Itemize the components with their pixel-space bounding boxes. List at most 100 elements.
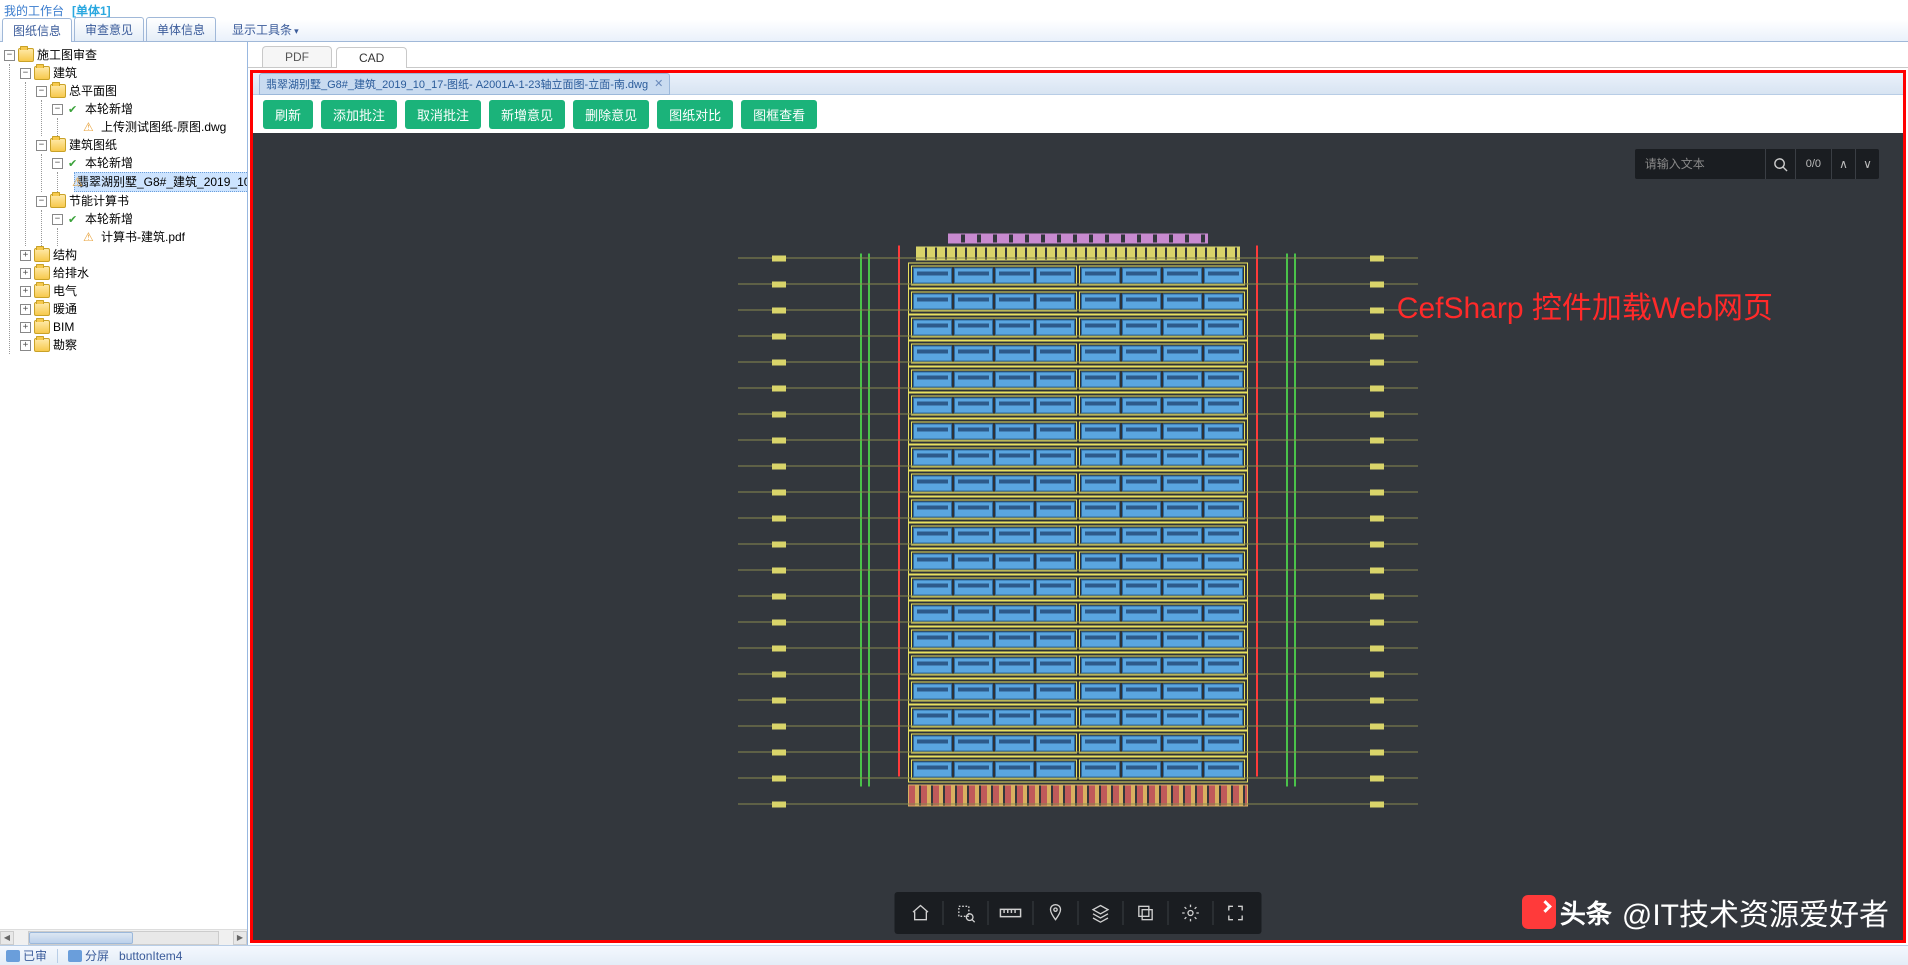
tab-pdf[interactable]: PDF (262, 46, 332, 67)
expander-icon[interactable]: − (36, 140, 47, 151)
add-annotation-button[interactable]: 添加批注 (321, 100, 397, 129)
check-icon (66, 156, 82, 170)
file-tab-label: 翡翠湖别墅_G8#_建筑_2019_10_17-图纸- A2001A-1-23轴… (266, 76, 648, 92)
gear-icon[interactable] (1171, 893, 1211, 933)
cancel-annotation-button[interactable]: 取消批注 (405, 100, 481, 129)
tree-round[interactable]: 本轮新增 (85, 100, 133, 118)
tree-archdraw[interactable]: 建筑图纸 (69, 136, 117, 154)
search-bar: 0/0 ∧ ∨ (1635, 149, 1879, 179)
search-icon[interactable] (1765, 149, 1795, 179)
folder-icon (50, 84, 66, 98)
tree-water[interactable]: 给排水 (53, 264, 89, 282)
layers-icon[interactable] (1081, 893, 1121, 933)
folder-icon (34, 266, 50, 280)
overlay-annotation-text: CefSharp 控件加载Web网页 (1397, 283, 1773, 327)
tree-arch[interactable]: 建筑 (53, 64, 77, 82)
expander-icon[interactable]: + (20, 250, 31, 261)
copy-icon[interactable] (1126, 893, 1166, 933)
open-file-tab[interactable]: 翡翠湖别墅_G8#_建筑_2019_10_17-图纸- A2001A-1-23轴… (259, 73, 670, 95)
home-icon[interactable] (901, 893, 941, 933)
chevron-down-icon: ▾ (294, 26, 299, 36)
toutiao-logo-icon (1522, 895, 1556, 929)
compare-button[interactable]: 图纸对比 (657, 100, 733, 129)
folder-icon (34, 66, 50, 80)
status-icon (6, 950, 20, 962)
tree-panel: − 施工图审查 −建筑 −总平面图 −本轮新增 上传测试图纸-原图.dwg (0, 42, 248, 945)
status-split[interactable]: 分屏 (68, 947, 109, 964)
folder-icon (34, 284, 50, 298)
folder-icon (34, 248, 50, 262)
folder-icon (50, 138, 66, 152)
tree-elec[interactable]: 电气 (53, 282, 77, 300)
secondary-tab-bar: 图纸信息 审查意见 单体信息 显示工具条▾ (0, 20, 1908, 42)
add-comment-button[interactable]: 新增意见 (489, 100, 565, 129)
tab-unit-info[interactable]: 单体信息 (146, 17, 216, 41)
tab-cad[interactable]: CAD (336, 47, 407, 68)
tree-plan[interactable]: 总平面图 (69, 82, 117, 100)
tree-round[interactable]: 本轮新增 (85, 154, 133, 172)
zoom-area-icon[interactable] (946, 893, 986, 933)
close-file-icon[interactable]: ✕ (654, 77, 663, 90)
expander-icon[interactable]: − (36, 196, 47, 207)
tree-horizontal-scrollbar[interactable]: ◀ ▶ (0, 929, 247, 945)
folder-icon (34, 338, 50, 352)
expander-icon[interactable]: − (20, 68, 31, 79)
warn-icon (82, 120, 98, 134)
folder-icon (50, 194, 66, 208)
ruler-icon[interactable] (991, 893, 1031, 933)
frame-check-button[interactable]: 图框查看 (741, 100, 817, 129)
expander-icon[interactable]: + (20, 286, 31, 297)
fullscreen-icon[interactable] (1216, 893, 1256, 933)
pin-icon[interactable] (1036, 893, 1076, 933)
search-next-icon[interactable]: ∨ (1855, 149, 1879, 179)
show-toolbar-button[interactable]: 显示工具条▾ (222, 18, 309, 41)
delete-comment-button[interactable]: 删除意见 (573, 100, 649, 129)
expander-icon[interactable]: − (52, 104, 63, 115)
workbench-title[interactable]: 我的工作台 (4, 2, 64, 19)
watermark: 头条 @IT技术资源爱好者 (1522, 890, 1889, 934)
tree-struct[interactable]: 结构 (53, 246, 77, 264)
expander-icon[interactable]: + (20, 322, 31, 333)
tree-energy[interactable]: 节能计算书 (69, 192, 129, 210)
check-icon (66, 212, 82, 226)
tab-review-comments[interactable]: 审查意见 (74, 17, 144, 41)
expander-icon[interactable]: + (20, 340, 31, 351)
cad-canvas[interactable]: 0/0 ∧ ∨ (253, 133, 1903, 940)
folder-icon (34, 302, 50, 316)
expander-icon[interactable]: − (52, 214, 63, 225)
refresh-button[interactable]: 刷新 (263, 100, 313, 129)
tree-file-calc[interactable]: 计算书-建筑.pdf (101, 228, 185, 246)
expander-icon[interactable]: − (36, 86, 47, 97)
canvas-toolbar (895, 892, 1262, 934)
status-button-item[interactable]: buttonItem4 (119, 949, 182, 963)
search-prev-icon[interactable]: ∧ (1831, 149, 1855, 179)
status-approved[interactable]: 已审 (6, 947, 47, 964)
unit-title[interactable]: [单体1] (72, 2, 111, 19)
check-icon (66, 102, 82, 116)
tab-drawing-info[interactable]: 图纸信息 (2, 18, 72, 42)
folder-icon (18, 48, 34, 62)
status-bar: 已审 分屏 buttonItem4 (0, 945, 1908, 965)
expander-icon[interactable]: − (52, 158, 63, 169)
watermark-logo-text: 头条 (1560, 894, 1612, 931)
tree-round[interactable]: 本轮新增 (85, 210, 133, 228)
scroll-right-icon[interactable]: ▶ (233, 931, 247, 945)
search-input[interactable] (1635, 157, 1765, 171)
tree-root[interactable]: 施工图审查 (37, 46, 97, 64)
split-icon (68, 950, 82, 962)
scroll-thumb[interactable] (29, 932, 133, 944)
folder-icon (34, 320, 50, 334)
expander-icon[interactable]: − (4, 50, 15, 61)
viewer-frame: 翡翠湖别墅_G8#_建筑_2019_10_17-图纸- A2001A-1-23轴… (250, 70, 1906, 943)
expander-icon[interactable]: + (20, 304, 31, 315)
tree-survey[interactable]: 勘察 (53, 336, 77, 354)
tree-hvac[interactable]: 暖通 (53, 300, 77, 318)
tree-file-upload[interactable]: 上传测试图纸-原图.dwg (101, 118, 226, 136)
scroll-left-icon[interactable]: ◀ (0, 931, 14, 945)
expander-icon[interactable]: + (20, 268, 31, 279)
document-type-tabs: PDF CAD (248, 42, 1908, 68)
warn-icon (82, 230, 98, 244)
search-result-count: 0/0 (1795, 149, 1831, 179)
tree-file-selected[interactable]: 翡翠湖别墅_G8#_建筑_2019_10_17 (74, 172, 247, 192)
tree-bim[interactable]: BIM (53, 318, 74, 336)
